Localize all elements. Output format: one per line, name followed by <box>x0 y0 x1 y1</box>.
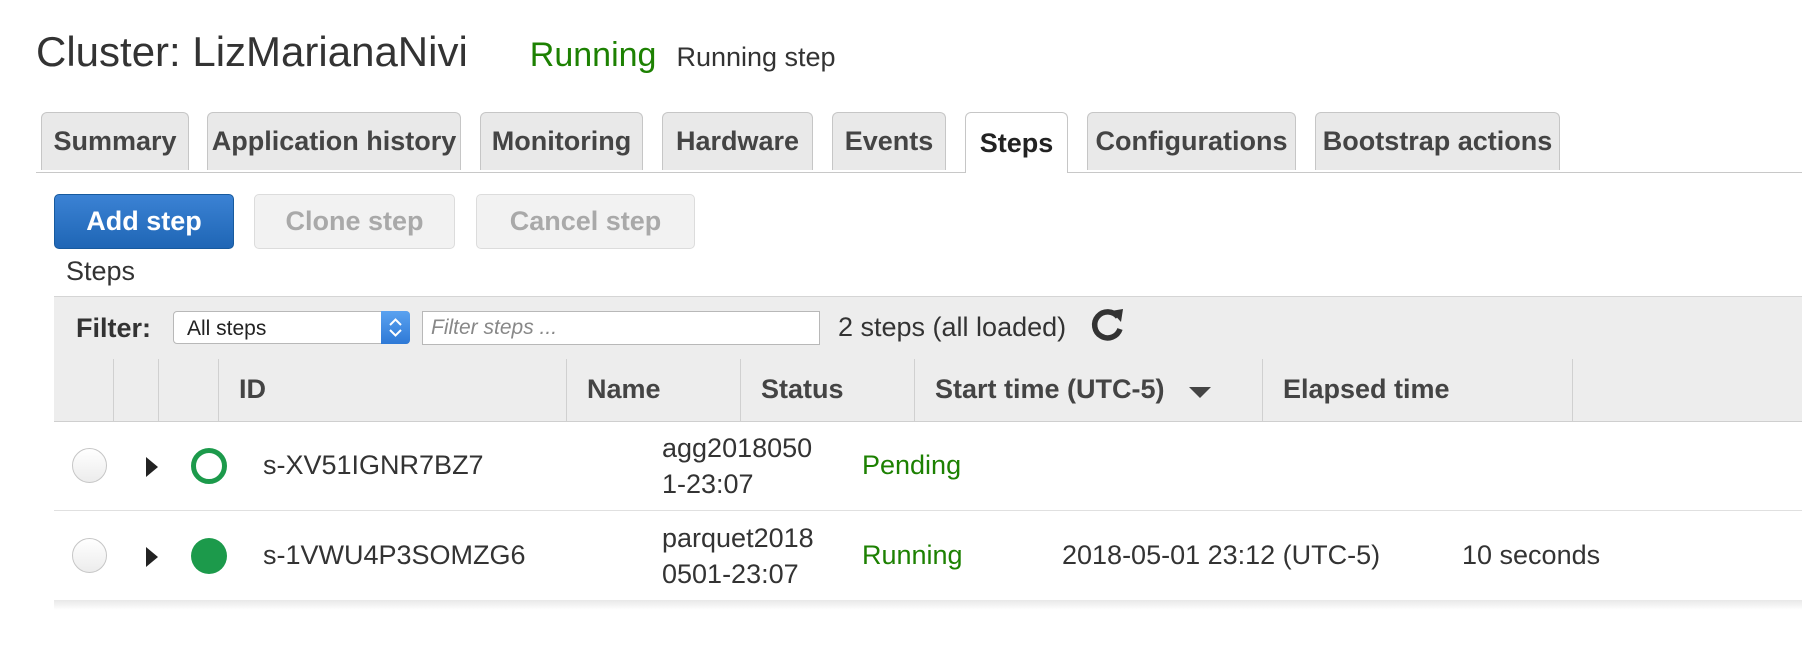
cluster-state-detail: Running step <box>676 42 836 72</box>
header-id[interactable]: ID <box>219 359 567 421</box>
select-value: All steps <box>187 317 267 340</box>
filter-label: Filter: <box>76 313 152 343</box>
pending-status-icon <box>191 448 227 484</box>
row-select-radio[interactable] <box>72 448 107 483</box>
step-id: s-1VWU4P3SOMZG6 <box>263 540 526 570</box>
table-bottom-shadow <box>54 600 1802 610</box>
clone-step-button[interactable]: Clone step <box>254 194 455 249</box>
step-status: Pending <box>862 450 962 480</box>
filter-bar: Filter: All steps 2 steps (all loaded) <box>54 296 1802 360</box>
expand-triangle-icon[interactable] <box>146 457 158 477</box>
steps-count: 2 steps (all loaded) <box>838 312 1067 342</box>
tab-bootstrap-actions[interactable]: Bootstrap actions <box>1315 112 1560 170</box>
step-elapsed-time: 10 seconds <box>1462 540 1601 570</box>
running-status-icon <box>191 538 227 574</box>
page-title: Cluster: LizMarianaNivi <box>36 28 468 75</box>
steps-filter-select[interactable]: All steps <box>173 311 410 344</box>
tab-steps[interactable]: Steps <box>965 112 1068 173</box>
header-status[interactable]: Status <box>741 359 915 421</box>
header-elapsed-time[interactable]: Elapsed time <box>1263 359 1573 421</box>
add-step-button[interactable]: Add step <box>54 194 234 249</box>
tab-bar: Summary Application history Monitoring H… <box>36 112 1802 173</box>
sort-descending-icon[interactable] <box>1189 387 1211 398</box>
header-expand-col <box>114 359 159 421</box>
cluster-header: Cluster: LizMarianaNivi Running Running … <box>36 28 836 80</box>
refresh-icon[interactable] <box>1087 305 1127 347</box>
tab-events[interactable]: Events <box>832 112 946 170</box>
cancel-step-button[interactable]: Cancel step <box>476 194 695 249</box>
row-select-radio[interactable] <box>72 538 107 573</box>
step-name: agg2018050 1-23:07 <box>662 433 813 499</box>
cluster-state: Running <box>529 36 657 74</box>
filter-steps-input[interactable] <box>422 311 820 345</box>
step-status: Running <box>862 540 963 570</box>
steps-table-header: ID Name Status Start time (UTC-5) Elapse… <box>54 359 1802 422</box>
tab-application-history[interactable]: Application history <box>207 112 461 170</box>
tab-configurations[interactable]: Configurations <box>1087 112 1296 170</box>
table-row[interactable]: s-XV51IGNR7BZ7 agg2018050 1-23:07 Pendin… <box>54 422 1802 511</box>
header-select-col <box>54 359 114 421</box>
step-name: parquet2018 0501-23:07 <box>662 523 814 589</box>
header-status-icon-col <box>159 359 219 421</box>
header-start-time[interactable]: Start time (UTC-5) <box>915 359 1263 421</box>
tab-monitoring[interactable]: Monitoring <box>480 112 643 170</box>
header-name[interactable]: Name <box>567 359 741 421</box>
tab-summary[interactable]: Summary <box>41 112 189 170</box>
tab-hardware[interactable]: Hardware <box>662 112 813 170</box>
step-start-time: 2018-05-01 23:12 (UTC-5) <box>1062 540 1381 570</box>
steps-section-title: Steps <box>66 256 136 286</box>
step-id: s-XV51IGNR7BZ7 <box>263 450 484 480</box>
expand-triangle-icon[interactable] <box>146 547 158 567</box>
table-row[interactable]: s-1VWU4P3SOMZG6 parquet2018 0501-23:07 R… <box>54 512 1802 601</box>
select-stepper-icon <box>381 311 410 344</box>
